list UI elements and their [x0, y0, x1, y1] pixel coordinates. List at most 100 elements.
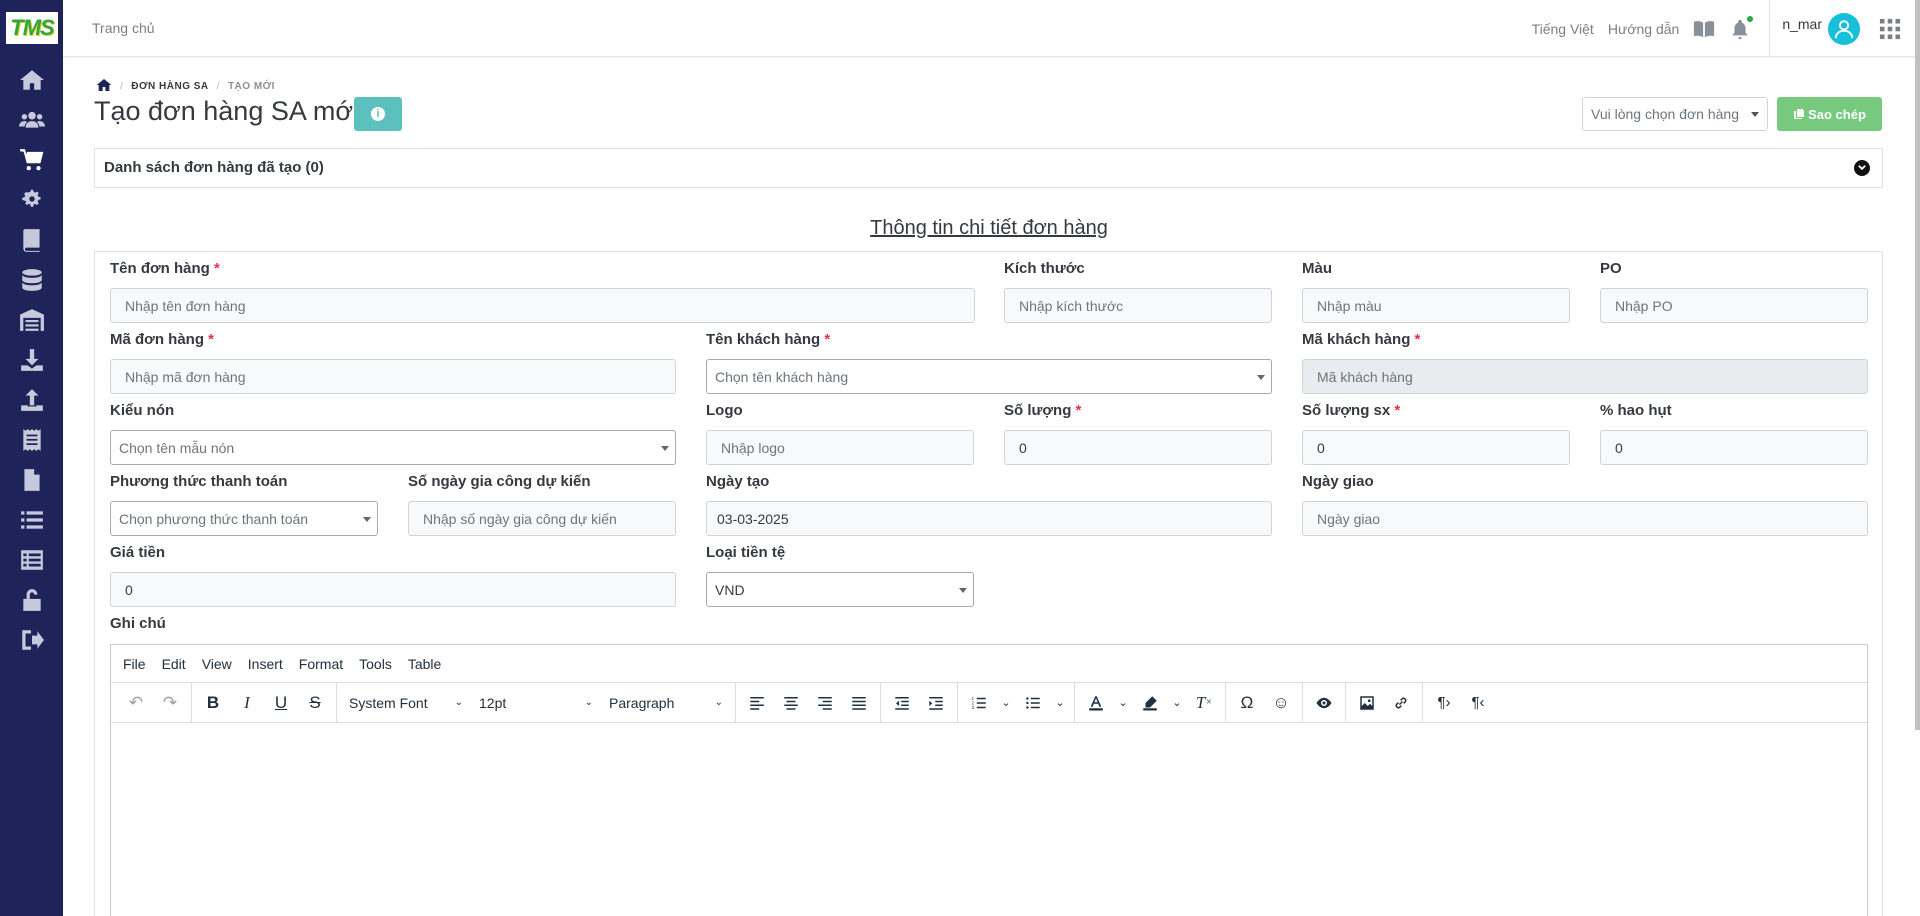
processing-days-label: Số ngày gia công dự kiến	[408, 473, 591, 490]
info-button[interactable]: i	[354, 97, 402, 131]
color-input[interactable]: Nhập màu	[1302, 288, 1570, 323]
bold-icon[interactable]: B	[196, 688, 230, 718]
order-code-input[interactable]: Nhập mã đơn hàng	[110, 359, 676, 394]
menu-edit[interactable]: Edit	[162, 656, 186, 672]
apps-grid-icon[interactable]	[1860, 18, 1920, 40]
menu-tools[interactable]: Tools	[359, 656, 392, 672]
image-icon[interactable]	[1350, 688, 1384, 718]
sidebar-item-logout[interactable]	[0, 620, 63, 660]
price-input[interactable]: 0	[110, 572, 676, 607]
processing-days-input[interactable]: Nhập số ngày gia công dự kiến	[408, 501, 676, 536]
hat-style-select[interactable]: Chọn tên mẫu nón	[110, 430, 676, 465]
po-input[interactable]: Nhập PO	[1600, 288, 1868, 323]
chevron-down-icon[interactable]	[1854, 160, 1870, 176]
align-right-icon[interactable]	[808, 688, 842, 718]
breadcrumb-home-icon[interactable]	[96, 77, 112, 96]
order-name-input[interactable]: Nhập tên đơn hàng	[110, 288, 975, 323]
italic-icon[interactable]: I	[230, 688, 264, 718]
file-icon	[23, 469, 40, 491]
chevron-down-icon[interactable]: ⌄	[1050, 688, 1070, 718]
sidebar-item-users[interactable]	[0, 100, 63, 140]
emoji-icon[interactable]: ☺	[1264, 688, 1298, 718]
sidebar-item-export[interactable]	[0, 380, 63, 420]
copy-icon	[1794, 109, 1805, 119]
quantity-input[interactable]: 0	[1004, 430, 1272, 465]
language-link[interactable]: Tiếng Việt	[1532, 21, 1594, 37]
redo-icon[interactable]: ↷	[153, 688, 187, 718]
menu-format[interactable]: Format	[299, 656, 343, 672]
created-date-input[interactable]: 03-03-2025	[706, 501, 1272, 536]
underline-icon[interactable]: U	[264, 688, 298, 718]
outdent-icon[interactable]	[885, 688, 919, 718]
copy-order-select[interactable]: Vui lòng chọn đơn hàng	[1582, 97, 1768, 131]
production-quantity-input[interactable]: 0	[1302, 430, 1570, 465]
preview-eye-icon[interactable]	[1307, 688, 1341, 718]
currency-select[interactable]: VND	[706, 572, 974, 607]
menu-file[interactable]: File	[123, 656, 146, 672]
sidebar-item-home[interactable]	[0, 60, 63, 100]
rtl-icon[interactable]: ¶‹	[1461, 688, 1495, 718]
loss-percent-input[interactable]: 0	[1600, 430, 1868, 465]
copy-button[interactable]: Sao chép	[1777, 97, 1882, 131]
highlight-color-icon[interactable]	[1133, 688, 1167, 718]
align-left-icon[interactable]	[740, 688, 774, 718]
page-scrollbar[interactable]	[1915, 0, 1920, 730]
bullet-list-icon[interactable]	[1016, 688, 1050, 718]
payment-method-select[interactable]: Chọn phương thức thanh toán	[110, 501, 378, 536]
avatar	[1828, 12, 1860, 45]
sidebar-item-database[interactable]	[0, 260, 63, 300]
manual-book-icon[interactable]	[1693, 18, 1715, 40]
notification-bell-icon[interactable]	[1729, 15, 1754, 40]
customer-code-input: Mã khách hàng	[1302, 359, 1868, 394]
text-color-icon[interactable]	[1079, 688, 1113, 718]
currency-label: Loại tiền tệ	[706, 544, 786, 561]
block-format-select[interactable]: Paragraph ⌄	[601, 688, 731, 718]
direction-group: ¶› ¶‹	[1423, 683, 1499, 723]
media-group	[1346, 682, 1423, 723]
breadcrumb-orders[interactable]: ĐƠN HÀNG SA	[131, 81, 208, 92]
customer-name-select[interactable]: Chọn tên khách hàng	[706, 359, 1272, 394]
sidebar-item-permissions[interactable]	[0, 580, 63, 620]
chevron-down-icon[interactable]: ⌄	[1167, 688, 1187, 718]
sidebar-item-receipts[interactable]	[0, 420, 63, 460]
sidebar-item-list[interactable]	[0, 500, 63, 540]
order-name-label: Tên đơn hàng *	[110, 260, 220, 277]
user-menu[interactable]: n_mar	[1769, 0, 1860, 57]
chevron-down-icon[interactable]: ⌄	[1113, 688, 1133, 718]
link-icon[interactable]	[1384, 688, 1418, 718]
align-center-icon[interactable]	[774, 688, 808, 718]
note-rich-text-editor[interactable]: File Edit View Insert Format Tools Table…	[110, 644, 1868, 916]
delivery-date-input[interactable]: Ngày giao	[1302, 501, 1868, 536]
logo-input[interactable]: Nhập logo	[706, 430, 974, 465]
sidebar-item-settings[interactable]	[0, 180, 63, 220]
strikethrough-icon[interactable]: S	[298, 688, 332, 718]
editor-content-area[interactable]	[111, 723, 1867, 916]
app-logo[interactable]: TMS	[6, 12, 58, 44]
users-icon	[18, 111, 45, 128]
sidebar-item-documents[interactable]	[0, 460, 63, 500]
sidebar-item-orders[interactable]	[0, 140, 63, 180]
created-orders-collapse[interactable]: Danh sách đơn hàng đã tạo (0)	[94, 148, 1883, 188]
numbered-list-icon[interactable]: 123	[962, 688, 996, 718]
editor-toolbar: ↶ ↷ B I U S System Font ⌄ 12pt ⌄ Paragraph…	[111, 682, 1867, 723]
help-link[interactable]: Hướng dẫn	[1608, 21, 1679, 37]
menu-insert[interactable]: Insert	[248, 656, 283, 672]
dropdown-caret-icon	[959, 588, 967, 593]
size-input[interactable]: Nhập kích thước	[1004, 288, 1272, 323]
undo-icon[interactable]: ↶	[119, 688, 153, 718]
font-family-select[interactable]: System Font ⌄	[341, 688, 471, 718]
align-justify-icon[interactable]	[842, 688, 876, 718]
sidebar-item-warehouse[interactable]	[0, 300, 63, 340]
ltr-icon[interactable]: ¶›	[1427, 688, 1461, 718]
table-list-icon	[20, 550, 43, 570]
menu-table[interactable]: Table	[408, 656, 441, 672]
indent-icon[interactable]	[919, 688, 953, 718]
special-char-icon[interactable]: Ω	[1230, 688, 1264, 718]
menu-view[interactable]: View	[202, 656, 232, 672]
nav-home-link[interactable]: Trang chủ	[92, 20, 155, 36]
sidebar-item-import[interactable]	[0, 340, 63, 380]
sidebar-item-table[interactable]	[0, 540, 63, 580]
chevron-down-icon[interactable]: ⌄	[996, 688, 1016, 718]
clear-formatting-icon[interactable]: T ×	[1187, 688, 1221, 718]
font-size-select[interactable]: 12pt ⌄	[471, 688, 601, 718]
